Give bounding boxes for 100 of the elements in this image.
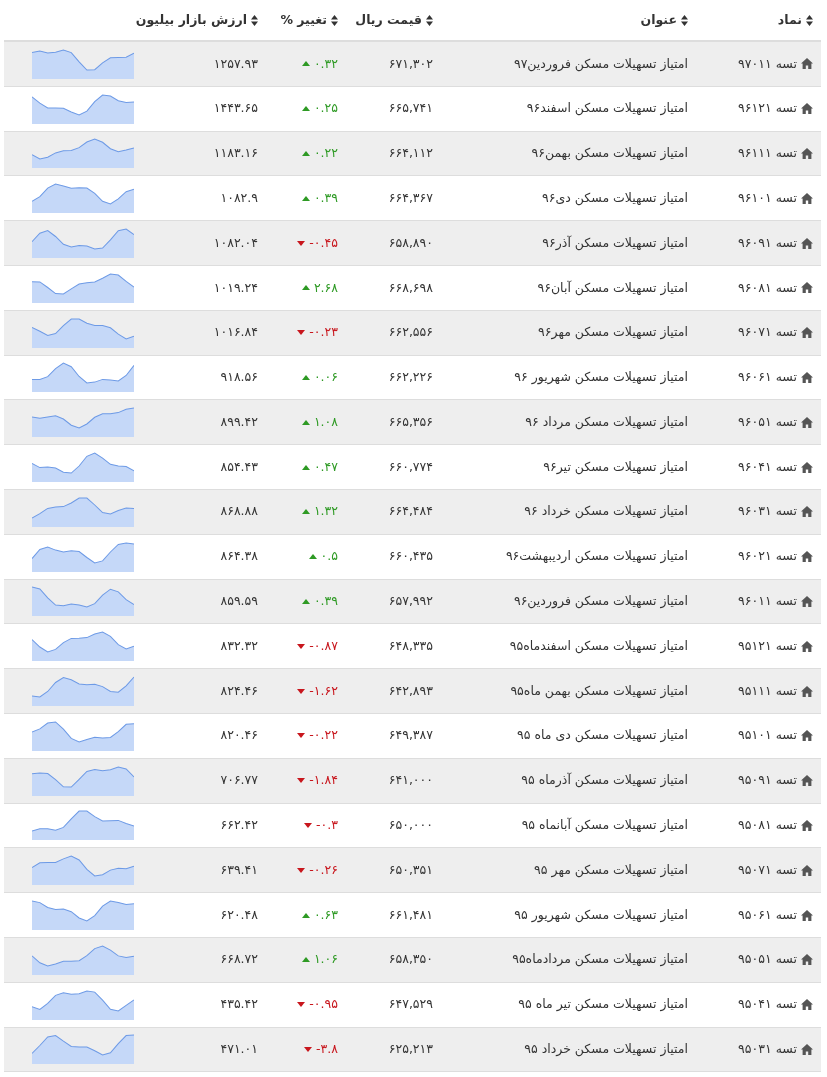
symbol-link[interactable]: تسه ۹۶۰۵۱ bbox=[738, 412, 797, 432]
change-value: ۰.۳۹ bbox=[313, 592, 338, 611]
symbol-link[interactable]: تسه ۹۵۰۹۱ bbox=[738, 771, 797, 790]
table-cell: ۷۰۶.۷۷ bbox=[220, 772, 258, 788]
table-cell: امتیاز تسهیلات مسکن دی۹۶ bbox=[542, 189, 688, 205]
table-cell: ۴۳۵.۴۲ bbox=[220, 996, 258, 1012]
table-cell: ۶۶۵,۳۵۶ bbox=[388, 413, 433, 429]
symbol-link[interactable]: تسه ۹۶۰۸۱ bbox=[738, 278, 797, 298]
change-value: -۰.۳ bbox=[316, 816, 338, 835]
symbol-link[interactable]: تسه ۹۶۱۱۱ bbox=[738, 144, 797, 163]
home-icon bbox=[801, 999, 813, 1011]
table-cell: ۱۰۸۲.۰۴ bbox=[213, 234, 258, 250]
table-cell: ۶۵۸,۸۹۰ bbox=[388, 234, 433, 250]
change-value: -۱.۸۴ bbox=[309, 771, 338, 790]
change-value: ۲.۶۸ bbox=[313, 278, 338, 297]
table-cell: ۶۲۰.۴۸ bbox=[220, 906, 258, 922]
change-value: ۰.۲۲ bbox=[313, 144, 338, 163]
home-icon bbox=[801, 730, 813, 742]
column-header[interactable]: ارزش بازار بیلیون bbox=[135, 10, 247, 30]
table-cell: ۶۶۴,۳۶۷ bbox=[388, 189, 433, 205]
home-icon bbox=[801, 1043, 813, 1055]
symbol-link[interactable]: تسه ۹۶۰۷۱ bbox=[738, 323, 797, 343]
symbol-link[interactable]: تسه ۹۶۰۶۱ bbox=[738, 368, 797, 387]
symbol-link[interactable]: تسه ۹۶۱۲۱ bbox=[738, 99, 797, 119]
table-cell: ۴۷۱.۰۱ bbox=[220, 1041, 258, 1057]
symbol-link[interactable]: تسه ۹۶۰۹۱ bbox=[738, 233, 797, 253]
change-value: -۰.۴۵ bbox=[309, 233, 338, 252]
table-cell: امتیاز تسهیلات مسکن خرداد ۹۵ bbox=[524, 1041, 688, 1057]
table-cell: امتیاز تسهیلات مسکن مهر۹۶ bbox=[538, 324, 688, 340]
table-cell: ۶۳۹.۴۱ bbox=[220, 861, 258, 877]
symbol-link[interactable]: تسه ۹۶۰۱۱ bbox=[738, 592, 797, 611]
change-value: ۱.۳۲ bbox=[313, 502, 338, 521]
symbol-link[interactable]: تسه ۹۵۱۰۱ bbox=[738, 726, 797, 746]
table-cell: ۸۲۴.۴۶ bbox=[220, 682, 258, 698]
column-header[interactable]: نماد bbox=[777, 10, 802, 30]
symbol-link[interactable]: تسه ۹۵۱۲۱ bbox=[738, 636, 797, 656]
symbol-link[interactable]: تسه ۹۶۱۰۱ bbox=[738, 188, 797, 208]
change-value: ۰.۲۵ bbox=[313, 99, 338, 118]
table-cell: ۸۶۴.۳۸ bbox=[220, 548, 258, 564]
symbol-link[interactable]: تسه ۹۵۱۱۱ bbox=[738, 681, 797, 701]
table-cell: ۸۶۸.۸۸ bbox=[220, 503, 258, 519]
table-cell: امتیاز تسهیلات مسکن آذر۹۶ bbox=[542, 234, 688, 250]
table-cell: امتیاز تسهیلات مسکن خرداد ۹۶ bbox=[524, 503, 688, 519]
table-cell: امتیاز تسهیلات مسکن فروردین۹۶ bbox=[513, 593, 688, 609]
home-icon bbox=[801, 640, 813, 652]
table-cell: ۶۶۵,۷۴۱ bbox=[388, 100, 433, 116]
table-cell: امتیاز تسهیلات مسکن شهریور ۹۶ bbox=[514, 369, 688, 385]
table-cell: ۶۴۸,۳۳۵ bbox=[388, 637, 433, 653]
table-cell: ۸۹۹.۴۲ bbox=[220, 413, 258, 429]
table-cell: امتیاز تسهیلات مسکن شهریور ۹۵ bbox=[514, 906, 688, 922]
table-cell: امتیاز تسهیلات مسکن تیر ماه ۹۵ bbox=[518, 996, 688, 1012]
table-cell: امتیاز تسهیلات مسکن آبانماه ۹۵ bbox=[521, 817, 688, 833]
table-cell: امتیاز تسهیلات مسکن مهر ۹۵ bbox=[534, 861, 688, 877]
change-value: ۰.۳۹ bbox=[313, 188, 338, 207]
table-cell: ۸۲۰.۴۶ bbox=[220, 727, 258, 743]
table-cell: امتیاز تسهیلات مسکن اردیبهشت۹۶ bbox=[505, 548, 688, 564]
home-icon bbox=[801, 237, 813, 249]
table-cell: ۱۰۱۶.۸۴ bbox=[213, 324, 258, 340]
column-header[interactable]: قیمت ریال bbox=[355, 10, 422, 30]
table-cell: ۶۴۹,۳۸۷ bbox=[388, 727, 433, 743]
symbol-link[interactable]: تسه ۹۶۰۳۱ bbox=[738, 502, 797, 522]
table-cell: امتیاز تسهیلات مسکن مرداد ۹۶ bbox=[525, 413, 688, 429]
change-value: -۰.۲۲ bbox=[309, 726, 338, 745]
table-cell: ۸۳۲.۳۲ bbox=[220, 637, 258, 653]
symbol-link[interactable]: تسه ۹۵۰۸۱ bbox=[738, 816, 797, 835]
home-icon bbox=[801, 909, 813, 921]
table-cell: ۶۶۲.۴۲ bbox=[220, 817, 258, 833]
table-cell: امتیاز تسهیلات مسکن دی ماه ۹۵ bbox=[517, 727, 688, 743]
home-icon bbox=[801, 371, 813, 383]
table-cell: ۹۱۸.۵۶ bbox=[220, 369, 258, 385]
symbol-link[interactable]: تسه ۹۵۰۷۱ bbox=[738, 860, 797, 880]
home-icon bbox=[801, 192, 813, 204]
home-icon bbox=[801, 58, 813, 70]
sort-icon bbox=[331, 14, 338, 26]
table-cell: ۶۵۷,۹۹۲ bbox=[388, 593, 433, 609]
symbol-link[interactable]: تسه ۹۵۰۵۱ bbox=[738, 950, 797, 970]
table-cell: ۶۷۱,۳۰۲ bbox=[388, 55, 433, 71]
column-header[interactable]: تغییر % bbox=[280, 10, 327, 30]
table-cell: ۱۴۴۳.۶۵ bbox=[213, 100, 258, 116]
symbol-link[interactable]: تسه ۹۵۰۶۱ bbox=[738, 905, 797, 925]
table-cell: ۶۵۸,۳۵۰ bbox=[388, 951, 433, 967]
symbol-link[interactable]: تسه ۹۶۰۲۱ bbox=[738, 547, 797, 567]
column-header[interactable]: عنوان bbox=[640, 10, 677, 30]
table-cell: ۸۵۴.۴۳ bbox=[220, 458, 258, 474]
home-icon bbox=[801, 327, 813, 339]
home-icon bbox=[801, 416, 813, 428]
change-value: ۰.۴۷ bbox=[313, 457, 338, 476]
change-value: ۰.۰۶ bbox=[313, 368, 338, 387]
symbol-link[interactable]: تسه ۹۵۰۴۱ bbox=[738, 995, 797, 1014]
symbol-link[interactable]: تسه ۹۷۰۱۱ bbox=[738, 54, 797, 74]
home-icon bbox=[801, 864, 813, 876]
symbol-link[interactable]: تسه ۹۶۰۴۱ bbox=[738, 457, 797, 477]
table-cell: امتیاز تسهیلات مسکن تیر۹۶ bbox=[543, 458, 688, 474]
symbol-link[interactable]: تسه ۹۵۰۳۱ bbox=[738, 1040, 797, 1059]
sort-icon bbox=[426, 14, 433, 26]
table-cell: ۶۴۱,۰۰۰ bbox=[388, 772, 433, 788]
sort-icon bbox=[681, 14, 688, 26]
home-icon bbox=[801, 461, 813, 473]
table-cell: ۶۶۲,۵۵۶ bbox=[388, 324, 433, 340]
table-cell: ۶۴۷,۵۲۹ bbox=[388, 996, 433, 1012]
